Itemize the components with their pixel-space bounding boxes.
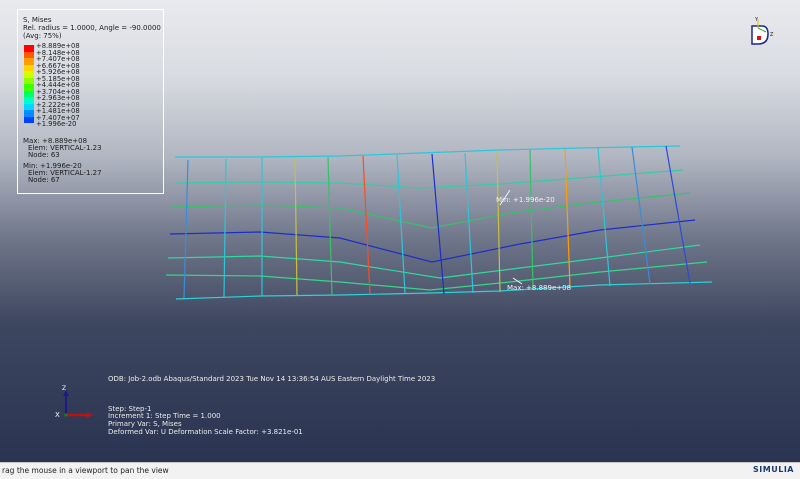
mesh-column-line	[294, 157, 298, 296]
status-hint: rag the mouse in a viewport to pan the v…	[2, 466, 169, 475]
mesh-row-line	[175, 145, 681, 158]
mesh-column-line	[327, 156, 333, 296]
mesh-column-line	[631, 146, 651, 285]
view-cube-z-label: Z	[770, 32, 774, 38]
primary-var-info: Primary Var: S, Mises	[108, 420, 182, 428]
triad-x-label: X	[55, 411, 60, 419]
model-viewport[interactable]: S, Mises Rel. radius = 1.0000, Angle = -…	[0, 0, 800, 462]
increment-info: Increment 1: Step Time = 1.000	[108, 412, 221, 420]
mesh-column-line	[464, 152, 474, 294]
mesh-column-line	[564, 148, 571, 289]
mesh-column-line	[183, 159, 189, 299]
deformed-mesh-plot	[165, 145, 713, 300]
deformed-var-info: Deformed Var: U Deformation Scale Factor…	[108, 428, 303, 436]
mesh-row-line	[165, 261, 708, 291]
mesh-column-line	[431, 153, 445, 295]
mesh-column-line	[223, 158, 227, 298]
view-cube-icon[interactable]: Y Z	[740, 14, 780, 50]
mesh-column-line	[665, 145, 691, 284]
mesh-column-line	[529, 149, 534, 291]
odb-info-line: ODB: Job-2.odb Abaqus/Standard 2023 Tue …	[108, 375, 436, 383]
mesh-column-line	[597, 147, 611, 287]
simulia-brand: SIMULIA	[753, 465, 794, 474]
mesh-column-line	[362, 155, 371, 295]
min-annotation: Min: +1.996e-20	[496, 196, 555, 204]
mesh-row-line	[171, 192, 691, 229]
max-annotation: Max: +8.889e+08	[507, 284, 572, 292]
status-bar: rag the mouse in a viewport to pan the v…	[0, 462, 800, 479]
mesh-row-line	[174, 169, 684, 189]
coordinate-triad-icon: Z	[62, 385, 93, 418]
triad-z-label: Z	[62, 385, 66, 392]
